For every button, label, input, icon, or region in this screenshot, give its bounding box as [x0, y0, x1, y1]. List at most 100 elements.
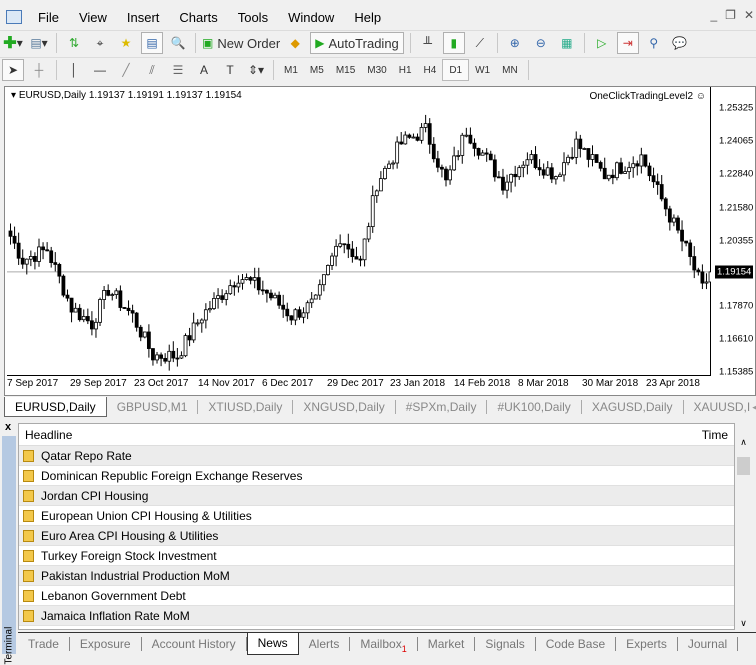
scroll-up-icon[interactable]: ∧: [735, 437, 752, 448]
timeframe-m5[interactable]: M5: [304, 59, 330, 81]
candle: [252, 267, 257, 289]
menu-tools[interactable]: Tools: [228, 10, 278, 25]
navigator-icon[interactable]: ▤: [141, 32, 163, 54]
date-tick: 23 Apr 2018: [646, 378, 700, 389]
timeframe-h1[interactable]: H1: [393, 59, 418, 81]
crosshair-nav-icon[interactable]: ⌖: [89, 32, 111, 54]
timeframe-w1[interactable]: W1: [469, 59, 496, 81]
column-time[interactable]: Time: [702, 428, 728, 442]
vertical-line-icon[interactable]: │: [63, 59, 85, 81]
restore-icon[interactable]: ❐: [725, 8, 736, 22]
profiles-button[interactable]: ▤ ▾: [28, 32, 50, 54]
zoom-out-icon[interactable]: ⊖: [530, 32, 552, 54]
scroll-down-icon[interactable]: ∨: [735, 618, 752, 629]
horizontal-line-icon[interactable]: —: [89, 59, 111, 81]
candle: [130, 304, 135, 323]
chart-shift-icon[interactable]: ⇥: [616, 32, 639, 54]
minimize-icon[interactable]: _: [710, 8, 717, 22]
cursor-icon[interactable]: ➤: [2, 59, 24, 81]
chart-tab[interactable]: GBPUSD,M1: [107, 400, 199, 414]
terminal-tab-journal[interactable]: Journal: [678, 636, 739, 651]
news-row[interactable]: Pakistan Industrial Production MoM: [19, 566, 734, 586]
menu-help[interactable]: Help: [344, 10, 391, 25]
candle: [45, 242, 50, 252]
menu-window[interactable]: Window: [278, 10, 344, 25]
chart-tab[interactable]: #UK100,Daily: [487, 400, 582, 414]
news-row[interactable]: Jordan CPI Housing: [19, 486, 734, 506]
menu-charts[interactable]: Charts: [169, 10, 227, 25]
terminal-tab-market[interactable]: Market: [418, 636, 476, 651]
news-row[interactable]: Lebanon Government Debt: [19, 586, 734, 606]
strategy-tester-icon[interactable]: 🔍: [167, 32, 189, 54]
arrows-icon[interactable]: ⇕▾: [245, 59, 267, 81]
menu-insert[interactable]: Insert: [117, 10, 170, 25]
tile-windows-icon[interactable]: ▦: [556, 32, 578, 54]
text-label-icon[interactable]: T: [219, 59, 241, 81]
chart-area[interactable]: ▾ EURUSD,Daily 1.19137 1.19191 1.19137 1…: [7, 87, 713, 376]
terminal-tab-account-history[interactable]: Account History: [142, 636, 247, 651]
terminal-tab-mailbox[interactable]: Mailbox1: [350, 636, 418, 654]
tab-scroll-left-icon[interactable]: ◀: [752, 402, 756, 413]
text-icon[interactable]: A: [193, 59, 215, 81]
terminal-tab-alerts[interactable]: Alerts: [299, 636, 351, 651]
timeframe-m1[interactable]: M1: [278, 59, 304, 81]
timeframe-h4[interactable]: H4: [418, 59, 443, 81]
news-row[interactable]: Jamaica Inflation Rate MoM: [19, 606, 734, 626]
menu-view[interactable]: View: [69, 10, 117, 25]
news-row[interactable]: European Union CPI Housing & Utilities: [19, 506, 734, 526]
news-row[interactable]: Euro Area CPI Housing & Utilities: [19, 526, 734, 546]
candlestick-icon[interactable]: ▮: [442, 32, 465, 54]
terminal-tab-trade[interactable]: Trade: [18, 636, 70, 651]
terminal-tab-experts[interactable]: Experts: [616, 636, 678, 651]
candle: [297, 306, 302, 320]
timeframe-m30[interactable]: M30: [361, 59, 392, 81]
menu-file[interactable]: File: [28, 10, 69, 25]
news-row[interactable]: Qatar Repo Rate: [19, 446, 734, 466]
chart-tab[interactable]: XNGUSD,Daily: [293, 400, 396, 414]
timeframe-mn[interactable]: MN: [496, 59, 524, 81]
column-headline[interactable]: Headline: [25, 428, 72, 442]
chart-tab[interactable]: #SPXm,Daily: [396, 400, 488, 414]
new-chart-button[interactable]: ✚ ▾: [2, 32, 24, 54]
candle: [90, 311, 94, 336]
chart-tab[interactable]: XAGUSD,Daily: [582, 400, 684, 414]
new-order-button[interactable]: ▣ New Order: [202, 32, 280, 54]
standard-toolbar: ✚ ▾ ▤ ▾ ⇅ ⌖ ★ ▤ 🔍 ▣ New Order ◆ ▶ AutoTradin…: [0, 30, 756, 55]
market-watch-icon[interactable]: ⇅: [63, 32, 85, 54]
fibonacci-icon[interactable]: ☰: [167, 59, 189, 81]
search-icon[interactable]: ⚲: [643, 32, 665, 54]
equidistant-channel-icon[interactable]: ⫽: [141, 59, 163, 81]
candle: [590, 145, 595, 167]
scrollbar-thumb[interactable]: [737, 457, 750, 475]
chart-tab[interactable]: XTIUSD,Daily: [198, 400, 294, 414]
candle: [448, 165, 452, 185]
zoom-in-icon[interactable]: ⊕: [504, 32, 526, 54]
trendline-icon[interactable]: ╱: [115, 59, 137, 81]
terminal-panel: x Terminal Headline Time Qatar Repo Rate…: [0, 420, 756, 665]
terminal-tab-signals[interactable]: Signals: [475, 636, 536, 651]
chart-tab[interactable]: EURUSD,Daily: [4, 397, 107, 417]
timeframe-d1[interactable]: D1: [442, 59, 470, 81]
terminal-tab-code-base[interactable]: Code Base: [536, 636, 617, 651]
metaeditor-icon[interactable]: ◆: [284, 32, 306, 54]
news-row[interactable]: Turkey Foreign Stock Investment: [19, 546, 734, 566]
candle: [346, 233, 351, 259]
terminal-tab-news[interactable]: News: [246, 632, 299, 655]
chart-symbol-info: ▾ EURUSD,Daily 1.19137 1.19191 1.19137 1…: [11, 90, 242, 101]
terminal-close-icon[interactable]: x: [5, 421, 11, 433]
autotrading-button[interactable]: ▶ AutoTrading: [310, 32, 404, 54]
chart-tab[interactable]: XAUUSD,I: [684, 400, 753, 414]
chat-icon[interactable]: 💬: [669, 32, 691, 54]
timeframe-m15[interactable]: M15: [330, 59, 361, 81]
terminal-tab-exposure[interactable]: Exposure: [70, 636, 142, 651]
favorites-icon[interactable]: ★: [115, 32, 137, 54]
news-row[interactable]: Dominican Republic Foreign Exchange Rese…: [19, 466, 734, 486]
line-chart-icon[interactable]: ⟋: [469, 32, 491, 54]
news-headline: Turkey Foreign Stock Investment: [41, 548, 217, 563]
close-icon[interactable]: ✕: [744, 8, 754, 22]
bar-chart-icon[interactable]: ╨: [417, 32, 439, 54]
autoscroll-icon[interactable]: ▷: [591, 32, 613, 54]
candle: [602, 157, 607, 180]
crosshair-icon[interactable]: ┼: [28, 59, 50, 81]
news-scrollbar[interactable]: ∧ ∨: [735, 437, 752, 631]
